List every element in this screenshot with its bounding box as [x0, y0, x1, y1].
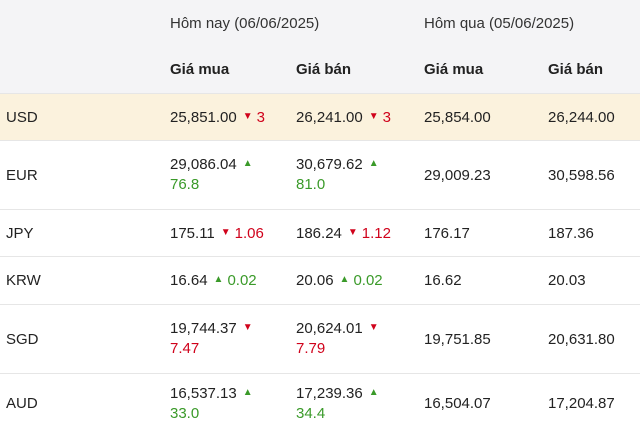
header-today-sell: Giá bán	[296, 61, 352, 78]
header-today-buy: Giá mua	[170, 61, 230, 78]
triangle-down-icon: ▼	[242, 322, 253, 333]
today-buy-value: 175.11	[170, 224, 215, 242]
yesterday-buy-value: 16,504.07	[424, 395, 491, 412]
triangle-down-icon: ▼	[242, 110, 253, 122]
today-sell-value: 20,624.01	[296, 320, 363, 337]
table-row: SGD 19,744.37 ▼ 7.47 20,624.01 ▼ 7.79 19,751.85…	[0, 305, 640, 374]
today-sell-change: 1.12	[361, 224, 391, 242]
yesterday-sell-value: 26,244.00	[548, 108, 615, 126]
currency-code: USD	[6, 108, 38, 126]
header-today: Hôm nay (06/06/2025)	[170, 14, 320, 32]
today-buy-change: 1.06	[234, 224, 264, 242]
today-sell-cell: 26,241.00 ▼ 3	[296, 94, 421, 140]
triangle-up-icon: ▲	[242, 386, 253, 398]
yesterday-sell-value: 187.36	[548, 224, 594, 242]
today-buy-value: 19,744.37	[170, 320, 237, 337]
today-buy-cell: 16.64 ▲ 0.02	[170, 257, 295, 304]
today-buy-cell: 175.11 ▼ 1.06	[170, 210, 295, 256]
today-buy-change: 76.8	[170, 176, 200, 193]
yesterday-buy-value: 176.17	[424, 224, 470, 242]
table-row: KRW 16.64 ▲ 0.02 20.06 ▲ 0.02 16.62 20.03	[0, 257, 640, 305]
today-buy-cell: 29,086.04 ▲ 76.8	[170, 141, 295, 209]
today-sell-value: 17,239.36	[296, 384, 363, 402]
today-buy-cell: 19,744.37 ▼ 7.47	[170, 305, 295, 373]
today-buy-change: 3	[256, 108, 265, 126]
table-row: JPY 175.11 ▼ 1.06 186.24 ▼ 1.12 176.17 187.36	[0, 210, 640, 257]
today-sell-cell: 20,624.01 ▼ 7.79	[296, 305, 421, 373]
header-yesterday: Hôm qua (05/06/2025)	[424, 14, 575, 32]
triangle-down-icon: ▼	[220, 226, 231, 238]
today-sell-value: 186.24	[296, 224, 342, 242]
today-sell-cell: 20.06 ▲ 0.02	[296, 257, 421, 304]
triangle-down-icon: ▼	[347, 226, 358, 238]
currency-code: SGD	[6, 330, 39, 348]
yesterday-sell-value: 20.03	[548, 272, 586, 289]
today-buy-cell: 16,537.13 ▲ 33.0	[170, 374, 295, 433]
yesterday-sell-value: 20,631.80	[548, 330, 615, 348]
today-sell-change: 0.02	[353, 272, 383, 289]
yesterday-buy-value: 29,009.23	[424, 166, 491, 184]
triangle-down-icon: ▼	[368, 322, 379, 333]
table-row: USD 25,851.00 ▼ 3 26,241.00 ▼ 3 25,854.00 26,244…	[0, 94, 640, 141]
today-buy-change: 7.47	[170, 340, 200, 357]
today-sell-change: 34.4	[296, 404, 326, 422]
today-sell-value: 30,679.62	[296, 156, 363, 173]
currency-code: EUR	[6, 166, 38, 184]
yesterday-buy-value: 16.62	[424, 272, 462, 289]
currency-code: AUD	[6, 395, 38, 412]
header-yesterday-buy: Giá mua	[424, 61, 484, 78]
today-buy-value: 16,537.13	[170, 384, 237, 402]
header-dates-row: Hôm nay (06/06/2025) Hôm qua (05/06/2025…	[0, 0, 640, 46]
today-sell-change: 7.79	[296, 340, 326, 357]
triangle-up-icon: ▲	[213, 274, 224, 285]
triangle-up-icon: ▲	[368, 158, 379, 169]
triangle-up-icon: ▲	[339, 274, 350, 285]
header-columns-row: Giá mua Giá bán Giá mua Giá bán	[0, 46, 640, 94]
yesterday-buy-value: 25,854.00	[424, 108, 491, 126]
today-sell-change: 3	[382, 108, 391, 126]
today-sell-cell: 186.24 ▼ 1.12	[296, 210, 421, 256]
today-sell-value: 20.06	[296, 272, 334, 289]
triangle-down-icon: ▼	[368, 110, 379, 122]
today-sell-cell: 30,679.62 ▲ 81.0	[296, 141, 421, 209]
yesterday-sell-value: 30,598.56	[548, 166, 615, 184]
currency-code: JPY	[6, 224, 34, 242]
today-buy-value: 25,851.00	[170, 108, 237, 126]
today-buy-change: 0.02	[227, 272, 257, 289]
today-sell-change: 81.0	[296, 176, 326, 193]
today-sell-cell: 17,239.36 ▲ 34.4	[296, 374, 421, 433]
header-yesterday-sell: Giá bán	[548, 61, 604, 78]
today-sell-value: 26,241.00	[296, 108, 363, 126]
today-buy-value: 16.64	[170, 272, 208, 289]
table-row: EUR 29,086.04 ▲ 76.8 30,679.62 ▲ 81.0 29,009.23…	[0, 141, 640, 210]
today-buy-cell: 25,851.00 ▼ 3	[170, 94, 295, 140]
today-buy-value: 29,086.04	[170, 156, 237, 173]
exchange-rate-table: Hôm nay (06/06/2025) Hôm qua (05/06/2025…	[0, 0, 640, 433]
yesterday-buy-value: 19,751.85	[424, 330, 491, 348]
currency-code: KRW	[6, 272, 41, 289]
triangle-up-icon: ▲	[368, 386, 379, 398]
yesterday-sell-value: 17,204.87	[548, 395, 615, 412]
table-row: AUD 16,537.13 ▲ 33.0 17,239.36 ▲ 34.4 16,504.07…	[0, 374, 640, 433]
today-buy-change: 33.0	[170, 404, 200, 422]
triangle-up-icon: ▲	[242, 158, 253, 169]
